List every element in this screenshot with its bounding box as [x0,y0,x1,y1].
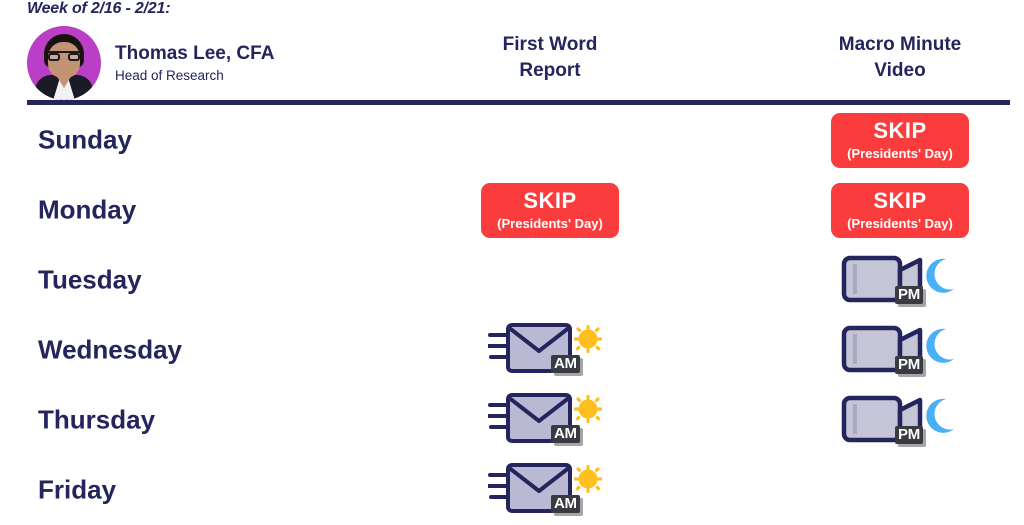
skip-badge-title: SKIP [873,187,927,213]
analyst-text: Thomas Lee, CFA Head of Research [115,43,274,83]
column-header-macro-minute-video: Macro Minute Video [790,32,1010,83]
am-tag: AM [551,355,580,373]
pm-tag: PM [895,356,923,374]
schedule-row: Friday AM [0,455,1024,525]
cell-first-word-report: SKIP (Presidents' Day) [440,175,660,245]
cell-macro-minute-video [790,455,1010,525]
skip-badge-title: SKIP [523,187,577,213]
cell-first-word-report: AM [440,455,660,525]
analyst-role: Head of Research [115,67,224,83]
skip-badge-reason: (Presidents' Day) [847,215,953,231]
email-am-icon: AM [488,389,612,451]
cell-first-word-report: AM [440,315,660,385]
email-am-icon: AM [488,319,612,381]
skip-badge[interactable]: SKIP (Presidents' Day) [831,112,969,168]
video-pm-icon: PM [838,389,962,451]
pm-tag: PM [895,426,923,444]
am-tag: AM [551,425,580,443]
column-header-first-word-report: First Word Report [440,32,660,83]
cell-first-word-report [440,105,660,175]
schedule-row: Monday SKIP (Presidents' Day) SKIP (Presiden… [0,175,1024,245]
video-pm-icon: PM [838,319,962,381]
day-label: Friday [38,474,117,505]
column-header-line1: Macro Minute [838,34,962,55]
avatar [27,26,101,100]
schedule-grid: Sunday SKIP (Presidents' Day) Monday SKIP (Pr… [0,105,1024,525]
cell-macro-minute-video: PM [790,315,1010,385]
day-label: Tuesday [38,264,142,295]
pm-tag: PM [895,286,923,304]
cell-macro-minute-video: PM [790,245,1010,315]
schedule-row: Tuesday PM [0,245,1024,315]
cell-first-word-report [440,245,660,315]
day-label: Wednesday [38,334,183,365]
column-header-line1: First Word [502,34,598,55]
column-header-line2: Report [519,59,581,81]
cell-macro-minute-video: SKIP (Presidents' Day) [790,105,1010,175]
schedule-row: Thursday AM PM [0,385,1024,455]
analyst-profile: Thomas Lee, CFA Head of Research [27,26,274,100]
skip-badge[interactable]: SKIP (Presidents' Day) [831,182,969,238]
skip-badge[interactable]: SKIP (Presidents' Day) [481,182,619,238]
analyst-name: Thomas Lee, CFA [115,42,275,64]
week-label: Week of 2/16 - 2/21: [27,0,171,17]
am-tag: AM [551,495,580,513]
skip-badge-reason: (Presidents' Day) [847,145,953,161]
schedule-row: Sunday SKIP (Presidents' Day) [0,105,1024,175]
video-pm-icon: PM [838,249,962,311]
day-label: Monday [38,194,137,225]
cell-macro-minute-video: SKIP (Presidents' Day) [790,175,1010,245]
skip-badge-reason: (Presidents' Day) [497,215,603,231]
header-row: Thomas Lee, CFA Head of Research First W… [0,22,1024,100]
cell-macro-minute-video: PM [790,385,1010,455]
schedule-row: Wednesday AM PM [0,315,1024,385]
glasses-icon [48,51,80,61]
skip-badge-title: SKIP [873,117,927,143]
cell-first-word-report: AM [440,385,660,455]
day-label: Thursday [38,404,156,435]
column-header-line2: Video [874,59,926,81]
day-label: Sunday [38,124,132,155]
